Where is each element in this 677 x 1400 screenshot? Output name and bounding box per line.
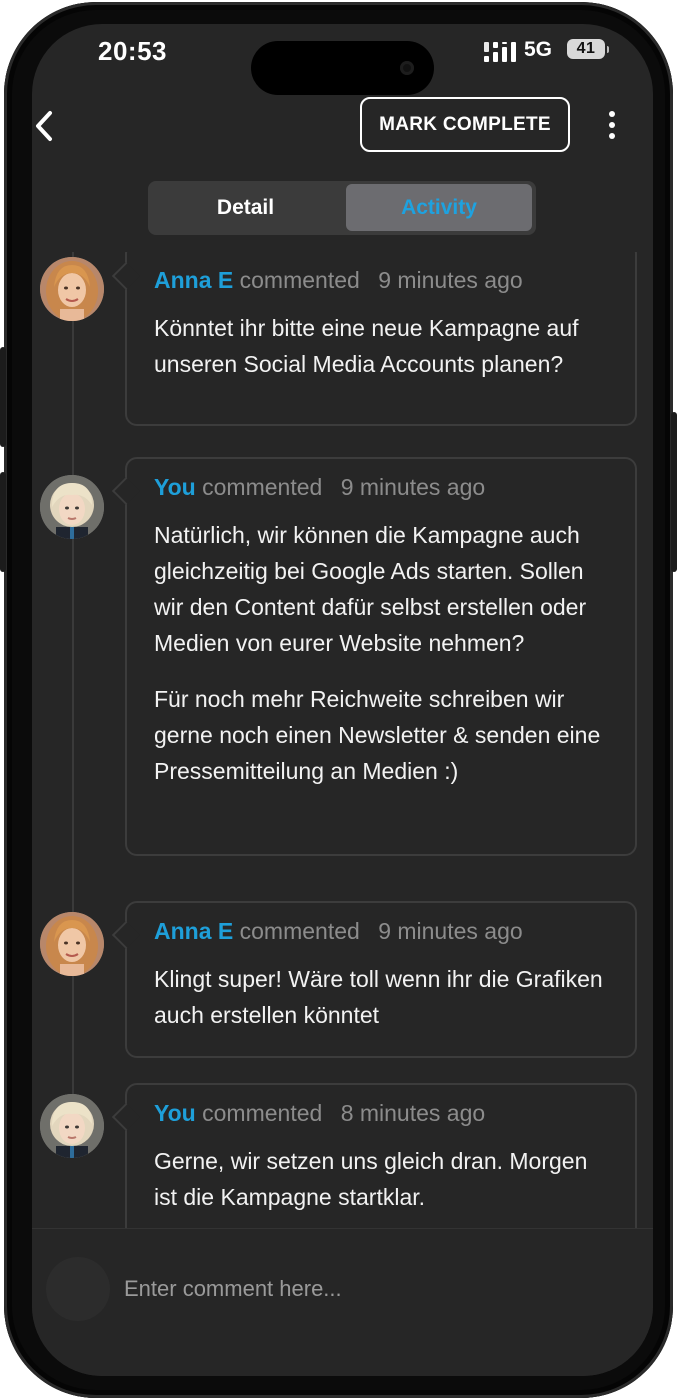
comment-author[interactable]: You: [154, 1100, 196, 1126]
avatar-you: [40, 475, 104, 539]
comment-bar: [32, 1228, 653, 1376]
avatar-you-image: [40, 475, 104, 539]
mark-complete-button[interactable]: MARK COMPLETE: [360, 97, 570, 152]
back-chevron-icon[interactable]: [32, 106, 64, 146]
avatar-anna-image: [40, 912, 104, 976]
side-button: [671, 412, 677, 572]
comment-meta: You commented 9 minutes ago: [154, 473, 615, 503]
phone-frame: 20:53 5G 41 MARK COMPLETE Detail Activit…: [0, 2, 677, 1398]
tab-switcher: Detail Activity: [148, 181, 536, 235]
comment-time: 9 minutes ago: [340, 474, 486, 500]
avatar-anna: [40, 912, 104, 976]
dynamic-island: [251, 41, 434, 95]
comment-card: You commented 8 minutes ago Gerne, wir s…: [125, 1083, 637, 1228]
activity-feed[interactable]: Anna E commented 9 minutes ago Könntet i…: [32, 252, 653, 1228]
tab-detail[interactable]: Detail: [152, 184, 339, 231]
comment-card: Anna E commented 9 minutes ago Könntet i…: [125, 252, 637, 426]
avatar-anna-image: [40, 257, 104, 321]
side-button: [0, 472, 6, 572]
camera-icon: [400, 61, 414, 75]
network-label: 5G: [524, 38, 553, 61]
battery-icon: 41: [567, 39, 609, 59]
comment-time: 8 minutes ago: [340, 1100, 486, 1126]
comment-text: Klingt super! Wäre toll wenn ihr die Gra…: [154, 965, 603, 1028]
comment-text: Könntet ihr bitte eine neue Kampagne auf…: [154, 314, 579, 377]
avatar-anna: [40, 257, 104, 321]
more-options-icon[interactable]: [600, 108, 624, 144]
comment-card: You commented 9 minutes ago Natürlich, w…: [125, 457, 637, 856]
comment-text: Gerne, wir setzen uns gleich dran. Morge…: [154, 1147, 588, 1210]
comment-card: Anna E commented 9 minutes ago Klingt su…: [125, 901, 637, 1058]
comment-author[interactable]: You: [154, 474, 196, 500]
comment-author[interactable]: Anna E: [154, 267, 233, 293]
timeline-line: [72, 252, 74, 1112]
comment-action: commented: [239, 918, 360, 944]
comment-meta: You commented 8 minutes ago: [154, 1099, 615, 1129]
comment-meta: Anna E commented 9 minutes ago: [154, 917, 615, 947]
app-screen: 20:53 5G 41 MARK COMPLETE Detail Activit…: [32, 24, 653, 1376]
comment-action: commented: [239, 267, 360, 293]
comment-time: 9 minutes ago: [378, 267, 523, 293]
comment-time: 9 minutes ago: [378, 918, 523, 944]
tab-activity[interactable]: Activity: [346, 184, 532, 231]
avatar-you: [40, 1094, 104, 1158]
side-button: [0, 347, 6, 447]
status-time: 20:53: [98, 36, 167, 66]
comment-avatar: [46, 1257, 110, 1321]
avatar-you-image: [40, 1094, 104, 1158]
comment-text: Für noch mehr Reichweite schreiben wir g…: [154, 685, 601, 784]
comment-action: commented: [202, 1100, 323, 1126]
comment-action: commented: [202, 474, 323, 500]
signal-icon: [484, 42, 516, 62]
comment-author[interactable]: Anna E: [154, 918, 233, 944]
comment-meta: Anna E commented 9 minutes ago: [154, 266, 615, 296]
comment-input[interactable]: [110, 1265, 638, 1313]
comment-text: Natürlich, wir können die Kampagne auch …: [154, 521, 587, 656]
